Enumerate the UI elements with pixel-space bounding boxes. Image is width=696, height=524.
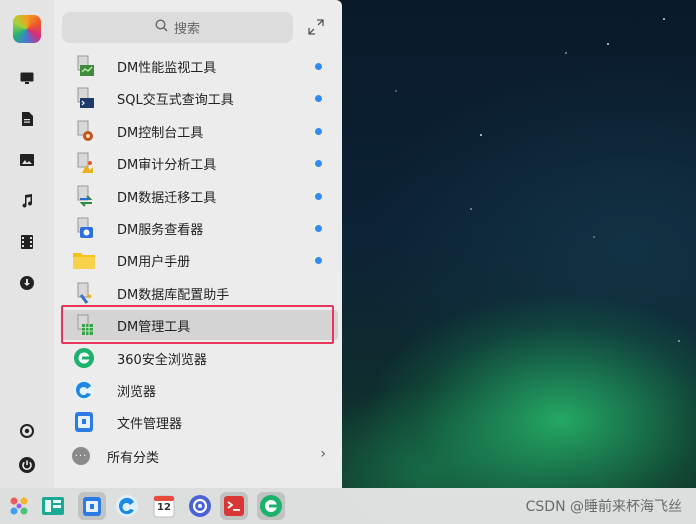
search-icon [155, 19, 168, 36]
chevron-right-icon: › [320, 446, 326, 462]
fullscreen-toggle-icon[interactable] [307, 18, 325, 36]
search-placeholder: 搜索 [173, 22, 200, 37]
app-list: DM性能监视工具 SQL交互式查询工具 DM控制台工具 DM审计分析工具 DM数据迁移工… [54, 51, 342, 441]
star [480, 134, 482, 136]
browser-taskbar-icon[interactable] [113, 492, 141, 520]
download-icon[interactable] [17, 273, 37, 293]
app-item-label: DM审计分析工具 [117, 158, 217, 174]
app-item[interactable]: DM数据库配置助手 [62, 278, 338, 308]
app-item-label: 360安全浏览器 [117, 352, 207, 368]
document-icon[interactable] [17, 109, 37, 129]
app-item[interactable]: DM用户手册 [62, 245, 338, 275]
browser-360-taskbar-icon[interactable] [257, 492, 285, 520]
app-item[interactable]: 浏览器 [62, 375, 338, 405]
star [395, 90, 397, 92]
app-item[interactable]: DM审计分析工具 [62, 148, 338, 178]
watermark-text: CSDN @睡前来杯海飞丝 [525, 499, 682, 515]
all-categories-button[interactable]: ··· 所有分类 › [62, 443, 334, 469]
star [607, 43, 609, 45]
user-avatar-icon[interactable] [13, 15, 41, 43]
dm-console-icon [72, 119, 96, 143]
star [593, 236, 595, 238]
star [470, 208, 472, 210]
terminal-icon[interactable] [220, 492, 248, 520]
launcher-icon[interactable] [5, 492, 33, 520]
video-icon[interactable] [17, 232, 37, 252]
star [663, 18, 665, 20]
star [678, 340, 680, 342]
app-item-label: 浏览器 [117, 385, 157, 400]
taskbar: 12 CSDN @睡前来杯海飞丝 [0, 488, 696, 524]
settings-taskbar-icon[interactable] [186, 492, 214, 520]
new-app-dot [315, 225, 322, 232]
launcher-sidebar [0, 0, 54, 488]
all-categories-label: 所有分类 [107, 451, 160, 466]
app-item-label: DM用户手册 [117, 255, 191, 271]
app-item[interactable]: 360安全浏览器 [62, 343, 338, 373]
music-icon[interactable] [17, 191, 37, 211]
folder-icon [72, 248, 96, 272]
star [565, 52, 567, 54]
dm-audit-icon [72, 151, 96, 175]
picture-icon[interactable] [17, 150, 37, 170]
app-item-label: DM数据迁移工具 [117, 190, 217, 206]
app-item-label: DM数据库配置助手 [117, 287, 230, 303]
app-item-label: DM服务查看器 [117, 223, 204, 238]
file-manager-icon [72, 410, 96, 434]
new-app-dot [315, 160, 322, 168]
launcher-menu: 搜索 DM性能监视工具 SQL交互式查询工具 DM控制台工具 DM审计分析工具 DM数据… [0, 0, 342, 488]
app-item[interactable]: DM数据迁移工具 [62, 181, 338, 211]
app-item[interactable]: DM服务查看器 [62, 213, 338, 243]
calendar-icon[interactable]: 12 [150, 492, 178, 520]
new-app-dot [315, 63, 322, 70]
new-app-dot [315, 192, 322, 200]
highlight-annotation [61, 305, 334, 344]
settings-icon[interactable] [17, 421, 37, 441]
sql-console-icon [72, 86, 96, 110]
power-icon[interactable] [17, 455, 37, 475]
browser-icon [72, 378, 96, 402]
app-item[interactable]: SQL交互式查询工具 [62, 83, 338, 113]
app-item[interactable]: DM控制台工具 [62, 116, 338, 146]
app-item[interactable]: DM性能监视工具 [62, 51, 338, 81]
computer-icon[interactable] [17, 68, 37, 88]
dm-service-icon [72, 216, 96, 240]
new-app-dot [315, 257, 322, 265]
calendar-day: 12 [157, 502, 171, 513]
new-app-dot [315, 127, 322, 135]
app-item-label: 文件管理器 [117, 417, 183, 433]
dm-monitor-icon [72, 54, 96, 78]
more-icon: ··· [72, 447, 90, 465]
app-item-label: DM控制台工具 [117, 125, 204, 141]
new-app-dot [315, 95, 322, 103]
app-item-label: DM性能监视工具 [117, 61, 217, 76]
dm-migrate-icon [72, 184, 96, 208]
search-input[interactable]: 搜索 [62, 12, 293, 43]
file-manager-taskbar-icon[interactable] [78, 492, 106, 520]
app-item[interactable]: 文件管理器 [62, 407, 338, 437]
dm-dbca-icon [72, 281, 96, 305]
app-item-label: SQL交互式查询工具 [117, 93, 234, 109]
multitask-view-icon[interactable] [39, 492, 67, 520]
browser-360-icon [72, 346, 96, 370]
